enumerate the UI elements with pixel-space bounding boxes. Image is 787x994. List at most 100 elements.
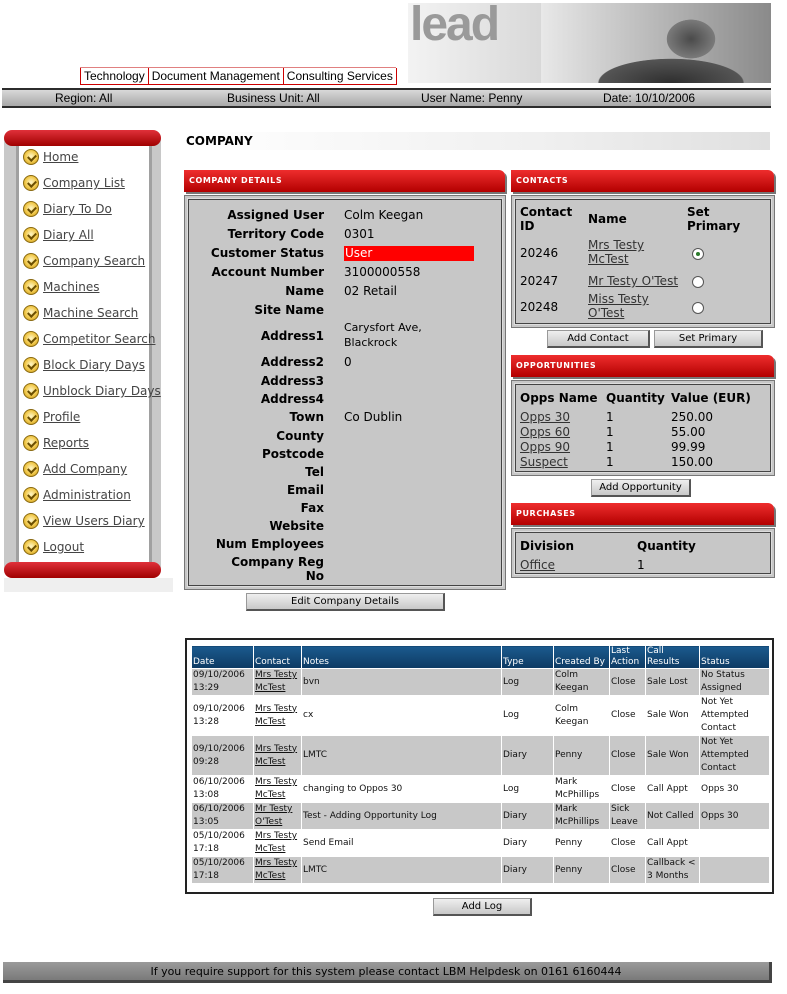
field-value: Co Dublin xyxy=(344,410,403,424)
nav-link-add-company[interactable]: Add Company xyxy=(43,462,127,476)
nav-link-home[interactable]: Home xyxy=(43,150,78,164)
log-contact-link[interactable]: Mr Testy O'Test xyxy=(253,802,302,830)
nav-item-block-diary-days[interactable]: Block Diary Days xyxy=(23,356,145,374)
top-tabs: Technology Document Management Consultin… xyxy=(80,67,397,85)
primary-radio[interactable] xyxy=(692,302,704,314)
nav-top-cap xyxy=(4,130,161,146)
table-row[interactable]: 09/10/2006 09:28 Mrs Testy McTest LMTC D… xyxy=(191,735,770,776)
log-contact-link[interactable]: Mrs Testy McTest xyxy=(253,775,302,803)
table-row[interactable]: 09/10/2006 13:29 Mrs Testy McTest bvn Lo… xyxy=(191,668,770,696)
contact-name-link[interactable]: Miss Testy O'Test xyxy=(588,292,649,320)
nav-link-competitor-search[interactable]: Competitor Search xyxy=(43,332,155,346)
log-status: Opps 30 xyxy=(699,775,770,803)
nav-link-company-search[interactable]: Company Search xyxy=(43,254,145,268)
col-contact[interactable]: Contact xyxy=(253,645,302,669)
nav-link-block-diary-days[interactable]: Block Diary Days xyxy=(43,358,145,372)
table-row[interactable]: 06/10/2006 13:05 Mr Testy O'Test Test - … xyxy=(191,802,770,830)
log-contact-link[interactable]: Mrs Testy McTest xyxy=(253,829,302,857)
log-contact-link[interactable]: Mrs Testy McTest xyxy=(253,735,302,776)
log-header-row: Date Contact Notes Type Created By Last … xyxy=(191,645,770,669)
table-row[interactable]: 06/10/2006 13:08 Mrs Testy McTest changi… xyxy=(191,775,770,803)
col-call-results[interactable]: Call Results xyxy=(645,645,700,669)
nav-link-diary-all[interactable]: Diary All xyxy=(43,228,94,242)
tab-document-management[interactable]: Document Management xyxy=(147,68,284,85)
nav-link-company-list[interactable]: Company List xyxy=(43,176,125,190)
nav-item-logout[interactable]: Logout xyxy=(23,538,84,556)
log-notes: bvn xyxy=(301,668,502,696)
log-contact-link[interactable]: Mrs Testy McTest xyxy=(253,668,302,696)
contact-name-line2[interactable]: McTest xyxy=(588,252,644,266)
nav-bullet-icon xyxy=(23,201,39,217)
table-row[interactable]: 05/10/2006 17:18 Mrs Testy McTest Send E… xyxy=(191,829,770,857)
opportunity-link[interactable]: Opps 60 xyxy=(520,425,570,439)
nav-item-company-list[interactable]: Company List xyxy=(23,174,125,192)
nav-item-diary-all[interactable]: Diary All xyxy=(23,226,94,244)
col-type[interactable]: Type xyxy=(501,645,554,669)
log-created-by: Colm Keegan xyxy=(553,695,610,736)
nav-item-reports[interactable]: Reports xyxy=(23,434,89,452)
edit-company-details-button[interactable]: Edit Company Details xyxy=(246,593,445,611)
nav-link-diary-to-do[interactable]: Diary To Do xyxy=(43,202,112,216)
nav-menu: Home Company List Diary To Do Diary All … xyxy=(16,146,161,562)
nav-link-view-users-diary[interactable]: View Users Diary xyxy=(43,514,145,528)
contact-name-link[interactable]: Mr Testy O'Test xyxy=(588,274,678,288)
contact-name-line1[interactable]: Mrs Testy xyxy=(588,238,644,252)
contact-name-line2[interactable]: O'Test xyxy=(588,306,649,320)
set-primary-button[interactable]: Set Primary xyxy=(654,330,763,348)
col-created-by[interactable]: Created By xyxy=(553,645,610,669)
division-link[interactable]: Office xyxy=(520,558,555,572)
nav-link-profile[interactable]: Profile xyxy=(43,410,80,424)
nav-link-machine-search[interactable]: Machine Search xyxy=(43,306,138,320)
col-notes[interactable]: Notes xyxy=(301,645,502,669)
nav-bullet-icon xyxy=(23,539,39,555)
address1-line2: Blackrock xyxy=(344,336,398,349)
field-label: Customer Status xyxy=(210,246,324,260)
nav-item-administration[interactable]: Administration xyxy=(23,486,131,504)
opportunity-link[interactable]: Suspect xyxy=(520,455,568,469)
col-division: Division xyxy=(520,539,575,553)
primary-radio-selected[interactable] xyxy=(692,248,704,260)
nav-link-logout[interactable]: Logout xyxy=(43,540,84,554)
tab-consulting-services[interactable]: Consulting Services xyxy=(282,68,397,85)
tab-technology[interactable]: Technology xyxy=(80,68,149,85)
nav-link-administration[interactable]: Administration xyxy=(43,488,131,502)
col-set-primary: Set Primary xyxy=(687,205,740,233)
log-contact-link[interactable]: Mrs Testy McTest xyxy=(253,695,302,736)
nav-item-competitor-search[interactable]: Competitor Search xyxy=(23,330,155,348)
log-table: Date Contact Notes Type Created By Last … xyxy=(191,645,770,884)
nav-item-add-company[interactable]: Add Company xyxy=(23,460,127,478)
region-label: Region: All xyxy=(55,91,113,105)
table-row[interactable]: 05/10/2006 17:18 Mrs Testy McTest LMTC D… xyxy=(191,856,770,884)
nav-link-machines[interactable]: Machines xyxy=(43,280,99,294)
col-last-action[interactable]: Last Action xyxy=(609,645,646,669)
nav-item-machine-search[interactable]: Machine Search xyxy=(23,304,138,322)
col-value: Value (EUR) xyxy=(671,391,751,405)
add-contact-button[interactable]: Add Contact xyxy=(547,330,650,348)
nav-item-home[interactable]: Home xyxy=(23,148,78,166)
table-row[interactable]: 09/10/2006 13:28 Mrs Testy McTest cx Log… xyxy=(191,695,770,736)
add-opportunity-button[interactable]: Add Opportunity xyxy=(591,479,691,497)
contact-name-line1[interactable]: Miss Testy xyxy=(588,292,649,306)
nav-item-diary-to-do[interactable]: Diary To Do xyxy=(23,200,112,218)
log-notes: Send Email xyxy=(301,829,502,857)
nav-link-reports[interactable]: Reports xyxy=(43,436,89,450)
add-log-button[interactable]: Add Log xyxy=(433,898,532,916)
log-contact-link[interactable]: Mrs Testy McTest xyxy=(253,856,302,884)
field-label: Email xyxy=(286,483,324,497)
primary-radio[interactable] xyxy=(692,276,704,288)
opportunity-link[interactable]: Opps 90 xyxy=(520,440,570,454)
field-label: Tel xyxy=(305,465,324,479)
nav-item-view-users-diary[interactable]: View Users Diary xyxy=(23,512,145,530)
col-status[interactable]: Status xyxy=(699,645,770,669)
nav-link-unblock-diary-days[interactable]: Unblock Diary Days xyxy=(43,384,161,398)
nav-item-unblock-diary-days[interactable]: Unblock Diary Days xyxy=(23,382,161,400)
nav-item-company-search[interactable]: Company Search xyxy=(23,252,145,270)
nav-bullet-icon xyxy=(23,461,39,477)
log-created-by: Colm Keegan xyxy=(553,668,610,696)
contact-name-link[interactable]: Mrs Testy McTest xyxy=(588,238,644,266)
opportunity-link[interactable]: Opps 30 xyxy=(520,410,570,424)
nav-item-machines[interactable]: Machines xyxy=(23,278,99,296)
log-type: Log xyxy=(501,695,554,736)
col-date[interactable]: Date xyxy=(191,645,254,669)
nav-item-profile[interactable]: Profile xyxy=(23,408,80,426)
